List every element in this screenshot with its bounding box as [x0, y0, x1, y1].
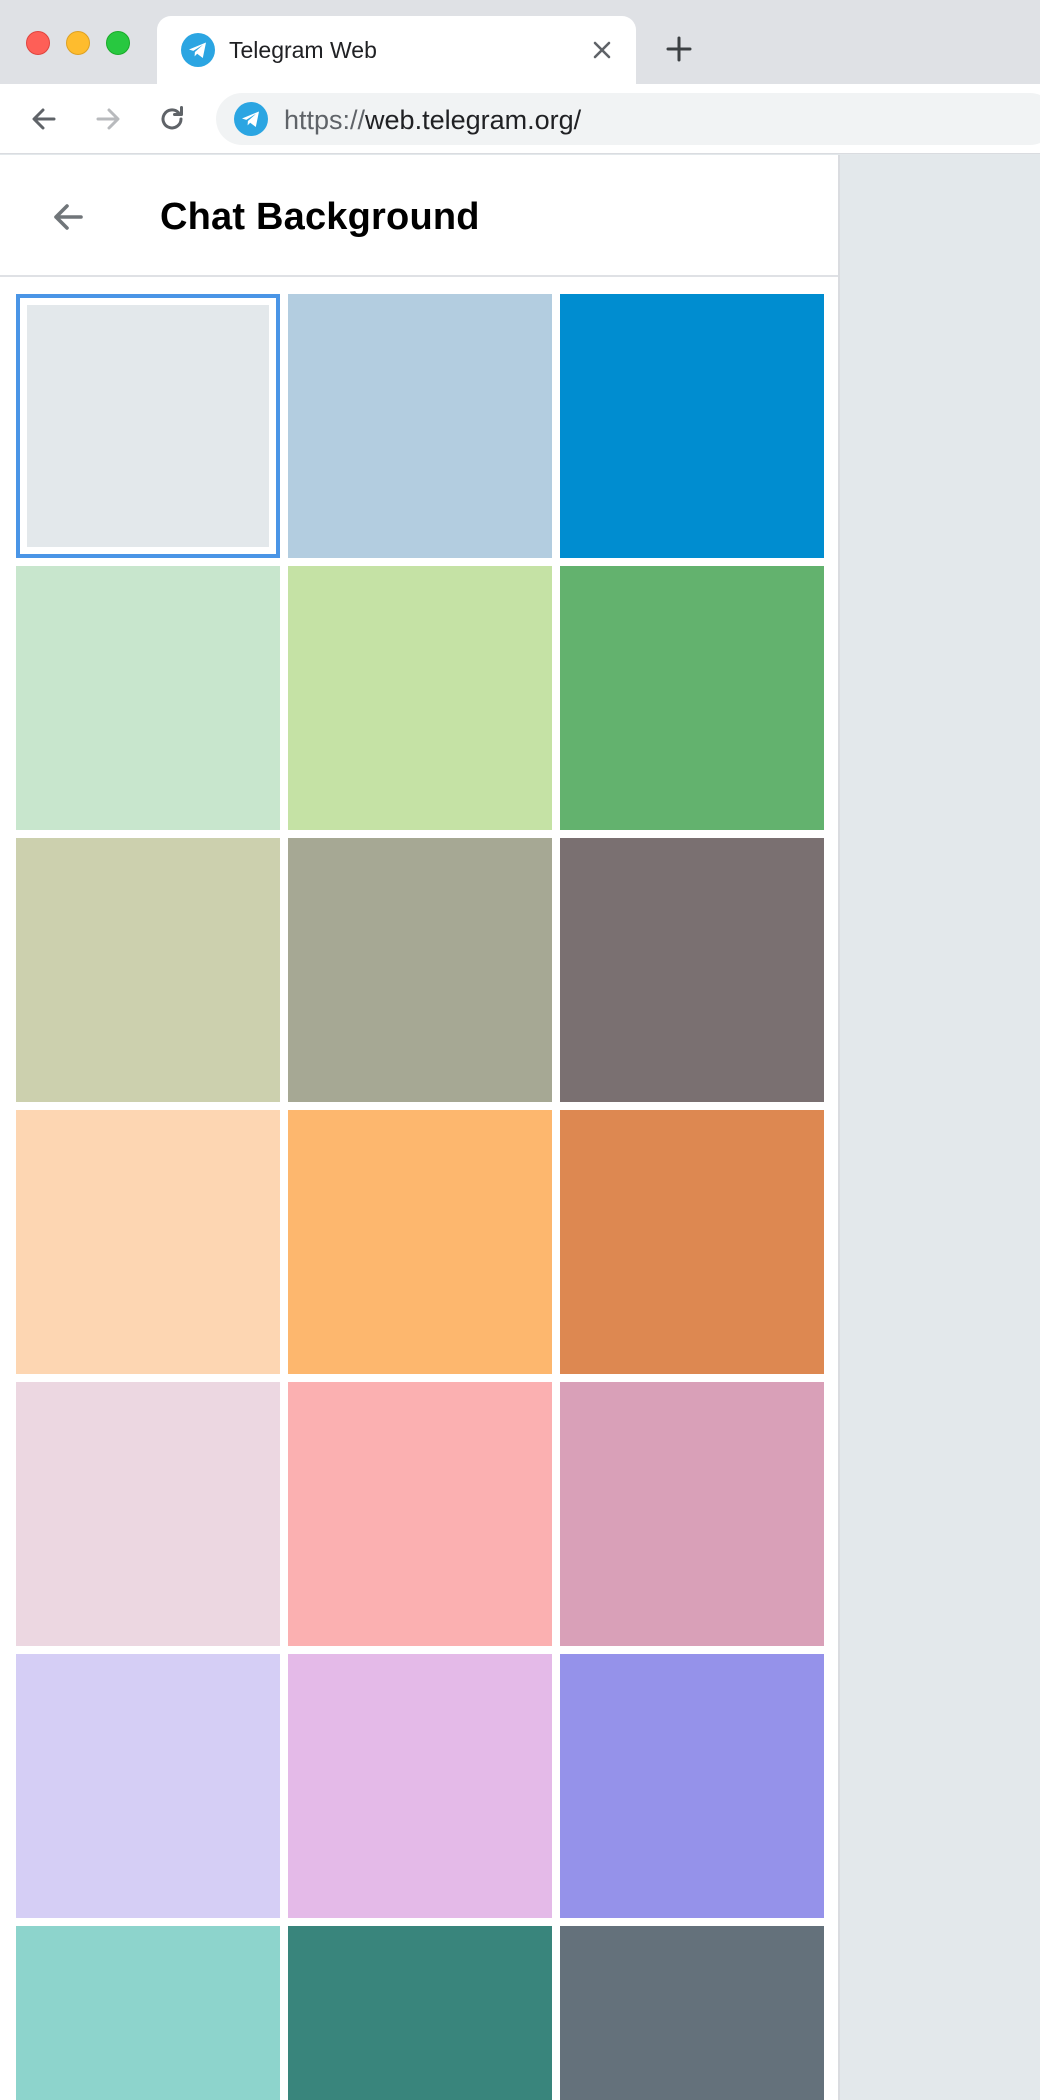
- address-bar[interactable]: https://web.telegram.org/: [216, 93, 1040, 145]
- chat-preview-area: [842, 155, 1040, 2100]
- reload-icon[interactable]: [152, 99, 192, 139]
- background-swatch[interactable]: [16, 1382, 280, 1646]
- browser-toolbar: https://web.telegram.org/: [0, 84, 1040, 154]
- background-swatch[interactable]: [16, 566, 280, 830]
- background-swatch[interactable]: [288, 566, 552, 830]
- arrow-left-icon[interactable]: [44, 193, 92, 241]
- close-tab-icon[interactable]: [586, 34, 618, 66]
- background-swatch[interactable]: [288, 1110, 552, 1374]
- tab-title: Telegram Web: [229, 37, 377, 63]
- background-swatch[interactable]: [560, 838, 824, 1102]
- background-swatch[interactable]: [560, 1382, 824, 1646]
- url-scheme: https://: [284, 105, 366, 135]
- background-swatch[interactable]: [16, 1926, 280, 2100]
- telegram-site-icon: [234, 102, 268, 136]
- background-swatch[interactable]: [288, 838, 552, 1102]
- browser-tab-telegram[interactable]: Telegram Web: [157, 16, 636, 84]
- background-swatch[interactable]: [288, 1654, 552, 1918]
- background-swatch[interactable]: [16, 294, 280, 558]
- zoom-window-button[interactable]: [106, 31, 130, 55]
- background-swatch[interactable]: [560, 1926, 824, 2100]
- forward-arrow-icon[interactable]: [88, 99, 128, 139]
- background-swatch[interactable]: [288, 1926, 552, 2100]
- background-swatch[interactable]: [16, 1654, 280, 1918]
- telegram-icon: [181, 33, 215, 67]
- page-title: Chat Background: [160, 196, 480, 238]
- minimize-window-button[interactable]: [66, 31, 90, 55]
- background-swatch[interactable]: [560, 1110, 824, 1374]
- browser-tabstrip: Telegram Web: [0, 0, 1040, 84]
- background-swatch[interactable]: [288, 294, 552, 558]
- close-window-button[interactable]: [26, 31, 50, 55]
- settings-panel: Chat Background: [0, 155, 840, 2100]
- background-swatch[interactable]: [560, 294, 824, 558]
- background-grid: [16, 294, 824, 2100]
- background-swatch[interactable]: [560, 1654, 824, 1918]
- panel-header: Chat Background: [0, 155, 838, 277]
- back-arrow-icon[interactable]: [24, 99, 64, 139]
- background-swatch[interactable]: [16, 838, 280, 1102]
- background-swatch[interactable]: [16, 1110, 280, 1374]
- url-text: https://web.telegram.org/: [284, 106, 581, 134]
- background-swatch[interactable]: [288, 1382, 552, 1646]
- background-swatch[interactable]: [560, 566, 824, 830]
- url-host: web.telegram.org/: [365, 105, 582, 135]
- new-tab-icon[interactable]: [662, 32, 696, 66]
